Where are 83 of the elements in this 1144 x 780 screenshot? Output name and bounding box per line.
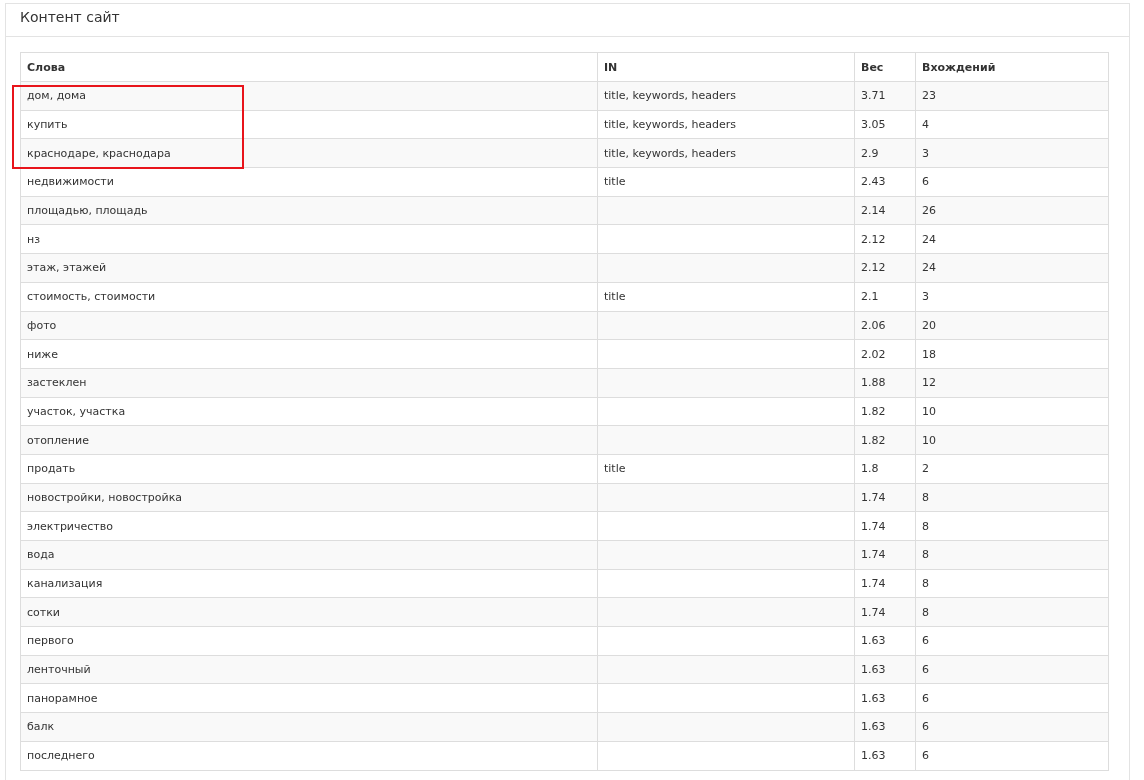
table-cell: 18	[915, 339, 1109, 369]
table-cell: 2.1	[854, 282, 916, 311]
table-cell: title	[597, 167, 855, 197]
table-cell: 10	[915, 425, 1109, 455]
table-cell: сотки	[20, 597, 598, 627]
table-cell: 23	[915, 81, 1109, 111]
column-header: IN	[597, 52, 855, 82]
table-cell: ленточный	[20, 655, 598, 684]
table-cell: 10	[915, 397, 1109, 426]
table-cell: 1.88	[854, 368, 916, 398]
table-cell: площадью, площадь	[20, 196, 598, 225]
table-cell: 6	[915, 167, 1109, 197]
table-cell: купить	[20, 110, 598, 139]
table-cell: последнего	[20, 741, 598, 770]
table-cell: 2.12	[854, 224, 916, 254]
table-cell: 1.63	[854, 741, 916, 770]
table-cell: 8	[915, 597, 1109, 627]
table-cell: 3.05	[854, 110, 916, 139]
table-cell: title	[597, 282, 855, 311]
table-cell: 6	[915, 712, 1109, 742]
table-cell: первого	[20, 626, 598, 656]
table-cell: стоимость, стоимости	[20, 282, 598, 311]
table-cell: title, keywords, headers	[597, 138, 855, 168]
column-header: Слова	[20, 52, 598, 82]
table-cell: нз	[20, 224, 598, 254]
table-cell: 8	[915, 569, 1109, 598]
table-cell: 3	[915, 282, 1109, 311]
table-cell: 1.74	[854, 597, 916, 627]
table-cell: 6	[915, 626, 1109, 656]
column-header: Вес	[854, 52, 916, 82]
table-cell: 8	[915, 511, 1109, 541]
table-cell: 1.82	[854, 425, 916, 455]
panel-title: Контент сайт	[20, 9, 120, 25]
table-cell: 8	[915, 483, 1109, 512]
table-cell: ниже	[20, 339, 598, 369]
table-cell: недвижимости	[20, 167, 598, 197]
column-header: Вхождений	[915, 52, 1109, 82]
table-cell: участок, участка	[20, 397, 598, 426]
table-cell: 2.12	[854, 253, 916, 283]
table-cell: 1.63	[854, 712, 916, 742]
table-cell: канализация	[20, 569, 598, 598]
table-cell: 1.74	[854, 540, 916, 570]
table-cell: 2.9	[854, 138, 916, 168]
table-cell: 2.06	[854, 311, 916, 340]
table-cell: балк	[20, 712, 598, 742]
table-cell: title, keywords, headers	[597, 110, 855, 139]
table-cell: 1.63	[854, 655, 916, 684]
table-cell: фото	[20, 311, 598, 340]
table-cell: 12	[915, 368, 1109, 398]
table-cell: вода	[20, 540, 598, 570]
table-cell: 6	[915, 683, 1109, 713]
table-cell: 26	[915, 196, 1109, 225]
table-cell: электричество	[20, 511, 598, 541]
table-cell: 1.63	[854, 683, 916, 713]
table-cell: панорамное	[20, 683, 598, 713]
table-cell: 24	[915, 253, 1109, 283]
table-cell: 6	[915, 741, 1109, 770]
table-cell: 4	[915, 110, 1109, 139]
table-cell: 2.43	[854, 167, 916, 197]
table-cell: 8	[915, 540, 1109, 570]
table-cell: 1.63	[854, 626, 916, 656]
table-cell: этаж, этажей	[20, 253, 598, 283]
table-cell: отопление	[20, 425, 598, 455]
table-cell: продать	[20, 454, 598, 484]
table-cell: 2	[915, 454, 1109, 484]
table-cell: 1.8	[854, 454, 916, 484]
table-cell: 3.71	[854, 81, 916, 111]
table-cell: застеклен	[20, 368, 598, 398]
table-cell: дом, дома	[20, 81, 598, 111]
table-cell: краснодаре, краснодара	[20, 138, 598, 168]
table-cell: 6	[915, 655, 1109, 684]
table-cell: title	[597, 454, 855, 484]
table-cell: 1.82	[854, 397, 916, 426]
table-cell: 1.74	[854, 569, 916, 598]
table-cell: title, keywords, headers	[597, 81, 855, 111]
table-cell: 2.14	[854, 196, 916, 225]
table-cell: 2.02	[854, 339, 916, 369]
table-cell: 24	[915, 224, 1109, 254]
table-cell: 1.74	[854, 483, 916, 512]
table-cell: 1.74	[854, 511, 916, 541]
table-cell: 3	[915, 138, 1109, 168]
table-cell: новостройки, новостройка	[20, 483, 598, 512]
table-cell: 20	[915, 311, 1109, 340]
